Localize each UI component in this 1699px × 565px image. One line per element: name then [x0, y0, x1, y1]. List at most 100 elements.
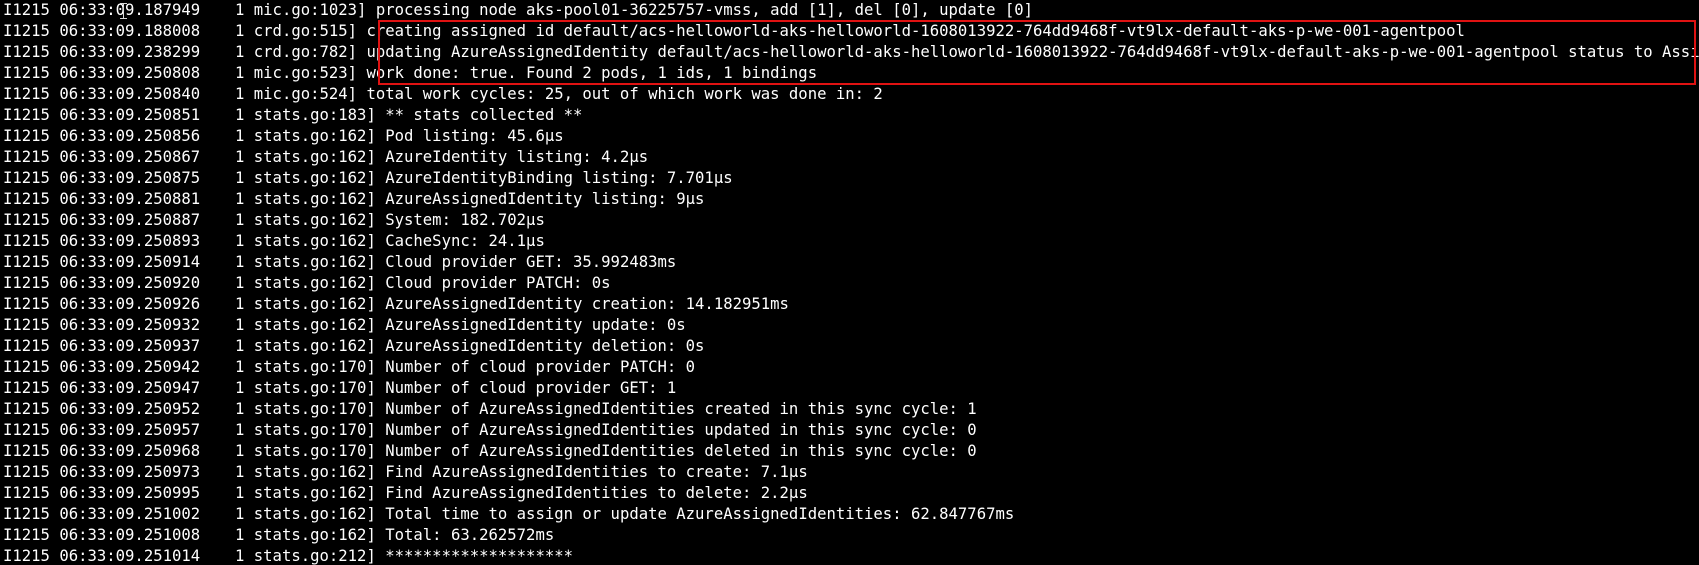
log-count: 1: [235, 169, 245, 187]
log-timestamp: I1215 06:33:09.251014: [3, 547, 201, 565]
log-line: I1215 06:33:09.250808 1 mic.go:523] work …: [3, 63, 1699, 84]
log-count: 1: [235, 274, 245, 292]
log-message: updating AzureAssignedIdentity default/a…: [366, 43, 1699, 61]
log-timestamp: I1215 06:33:09.238299: [3, 43, 201, 61]
log-line: I1215 06:33:09.250893 1 stats.go:162] Cac…: [3, 231, 1699, 252]
log-message: AzureAssignedIdentity deletion: 0s: [385, 337, 705, 355]
log-count: 1: [235, 505, 245, 523]
log-timestamp: I1215 06:33:09.250926: [3, 295, 201, 313]
log-message: Cloud provider GET: 35.992483ms: [385, 253, 677, 271]
log-source: stats.go:162]: [253, 295, 376, 313]
log-line: I1215 06:33:09.250952 1 stats.go:170] Num…: [3, 399, 1699, 420]
log-timestamp: I1215 06:33:09.250856: [3, 127, 201, 145]
log-line: I1215 06:33:09.251008 1 stats.go:162] Tot…: [3, 525, 1699, 546]
log-timestamp: I1215 06:33:09.250947: [3, 379, 201, 397]
log-source: crd.go:515]: [253, 22, 358, 40]
log-timestamp: I1215 06:33:09.250893: [3, 232, 201, 250]
log-count: 1: [235, 379, 245, 397]
log-line: I1215 06:33:09.250957 1 stats.go:170] Num…: [3, 420, 1699, 441]
log-count: 1: [235, 295, 245, 313]
log-line: I1215 06:33:09.187949 1 mic.go:1023] proc…: [3, 0, 1699, 21]
log-message: AzureAssignedIdentity update: 0s: [385, 316, 686, 334]
log-message: processing node aks-pool01-36225757-vmss…: [375, 1, 1034, 19]
log-line: I1215 06:33:09.250920 1 stats.go:162] Clo…: [3, 273, 1699, 294]
log-message: CacheSync: 24.1µs: [385, 232, 545, 250]
log-timestamp: I1215 06:33:09.250957: [3, 421, 201, 439]
log-message: Number of AzureAssignedIdentities update…: [385, 421, 977, 439]
log-count: 1: [235, 64, 245, 82]
log-source: stats.go:183]: [253, 106, 376, 124]
log-timestamp: I1215 06:33:09.187949: [3, 1, 201, 19]
log-line: I1215 06:33:09.250840 1 mic.go:524] total…: [3, 84, 1699, 105]
log-message: Number of AzureAssignedIdentities create…: [385, 400, 977, 418]
log-count: 1: [235, 1, 245, 19]
log-source: mic.go:1023]: [253, 1, 367, 19]
log-timestamp: I1215 06:33:09.250942: [3, 358, 201, 376]
log-source: stats.go:212]: [253, 547, 376, 565]
log-timestamp: I1215 06:33:09.250952: [3, 400, 201, 418]
log-message: Total: 63.262572ms: [385, 526, 555, 544]
log-message: Pod listing: 45.6µs: [385, 127, 564, 145]
log-line: I1215 06:33:09.250926 1 stats.go:162] Azu…: [3, 294, 1699, 315]
log-line: I1215 06:33:09.250875 1 stats.go:162] Azu…: [3, 168, 1699, 189]
log-count: 1: [235, 232, 245, 250]
log-message: Find AzureAssignedIdentities to delete: …: [385, 484, 808, 502]
log-line: I1215 06:33:09.250995 1 stats.go:162] Fin…: [3, 483, 1699, 504]
log-count: 1: [235, 526, 245, 544]
log-line: I1215 06:33:09.250856 1 stats.go:162] Pod…: [3, 126, 1699, 147]
log-message: Number of cloud provider GET: 1: [385, 379, 677, 397]
log-source: stats.go:162]: [253, 148, 376, 166]
log-count: 1: [235, 253, 245, 271]
log-message: Find AzureAssignedIdentities to create: …: [385, 463, 808, 481]
log-message: Cloud provider PATCH: 0s: [385, 274, 611, 292]
log-source: stats.go:162]: [253, 211, 376, 229]
log-line: I1215 06:33:09.250947 1 stats.go:170] Num…: [3, 378, 1699, 399]
log-source: stats.go:170]: [253, 379, 376, 397]
log-count: 1: [235, 85, 245, 103]
log-count: 1: [235, 148, 245, 166]
log-line: I1215 06:33:09.250968 1 stats.go:170] Num…: [3, 441, 1699, 462]
log-source: mic.go:524]: [253, 85, 358, 103]
log-message: creating assigned id default/acs-hellowo…: [366, 22, 1465, 40]
log-message: Number of cloud provider PATCH: 0: [385, 358, 696, 376]
log-timestamp: I1215 06:33:09.188008: [3, 22, 201, 40]
log-line: I1215 06:33:09.250867 1 stats.go:162] Azu…: [3, 147, 1699, 168]
log-source: stats.go:162]: [253, 190, 376, 208]
log-count: 1: [235, 421, 245, 439]
log-message: ** stats collected **: [385, 106, 583, 124]
log-timestamp: I1215 06:33:09.250973: [3, 463, 201, 481]
log-message: ********************: [385, 547, 573, 565]
log-count: 1: [235, 43, 245, 61]
log-message: Total time to assign or update AzureAssi…: [385, 505, 1015, 523]
log-count: 1: [235, 22, 245, 40]
log-timestamp: I1215 06:33:09.250867: [3, 148, 201, 166]
log-line: I1215 06:33:09.238299 1 crd.go:782] updat…: [3, 42, 1699, 63]
log-count: 1: [235, 484, 245, 502]
terminal-window[interactable]: I1215 06:33:09.187949 1 mic.go:1023] proc…: [0, 0, 1699, 565]
log-count: 1: [235, 442, 245, 460]
log-source: crd.go:782]: [253, 43, 358, 61]
log-line: I1215 06:33:09.250881 1 stats.go:162] Azu…: [3, 189, 1699, 210]
log-timestamp: I1215 06:33:09.250875: [3, 169, 201, 187]
log-timestamp: I1215 06:33:09.250937: [3, 337, 201, 355]
log-source: mic.go:523]: [253, 64, 358, 82]
log-count: 1: [235, 316, 245, 334]
log-line: I1215 06:33:09.188008 1 crd.go:515] creat…: [3, 21, 1699, 42]
log-timestamp: I1215 06:33:09.250840: [3, 85, 201, 103]
log-count: 1: [235, 190, 245, 208]
log-count: 1: [235, 400, 245, 418]
log-source: stats.go:170]: [253, 400, 376, 418]
log-source: stats.go:162]: [253, 463, 376, 481]
log-timestamp: I1215 06:33:09.250968: [3, 442, 201, 460]
log-message: total work cycles: 25, out of which work…: [366, 85, 883, 103]
log-timestamp: I1215 06:33:09.250914: [3, 253, 201, 271]
log-line: I1215 06:33:09.250914 1 stats.go:162] Clo…: [3, 252, 1699, 273]
log-timestamp: I1215 06:33:09.250995: [3, 484, 201, 502]
log-count: 1: [235, 106, 245, 124]
log-line: I1215 06:33:09.250932 1 stats.go:162] Azu…: [3, 315, 1699, 336]
log-source: stats.go:162]: [253, 484, 376, 502]
log-count: 1: [235, 547, 245, 565]
log-timestamp: I1215 06:33:09.250851: [3, 106, 201, 124]
log-line: I1215 06:33:09.250937 1 stats.go:162] Azu…: [3, 336, 1699, 357]
log-source: stats.go:162]: [253, 505, 376, 523]
